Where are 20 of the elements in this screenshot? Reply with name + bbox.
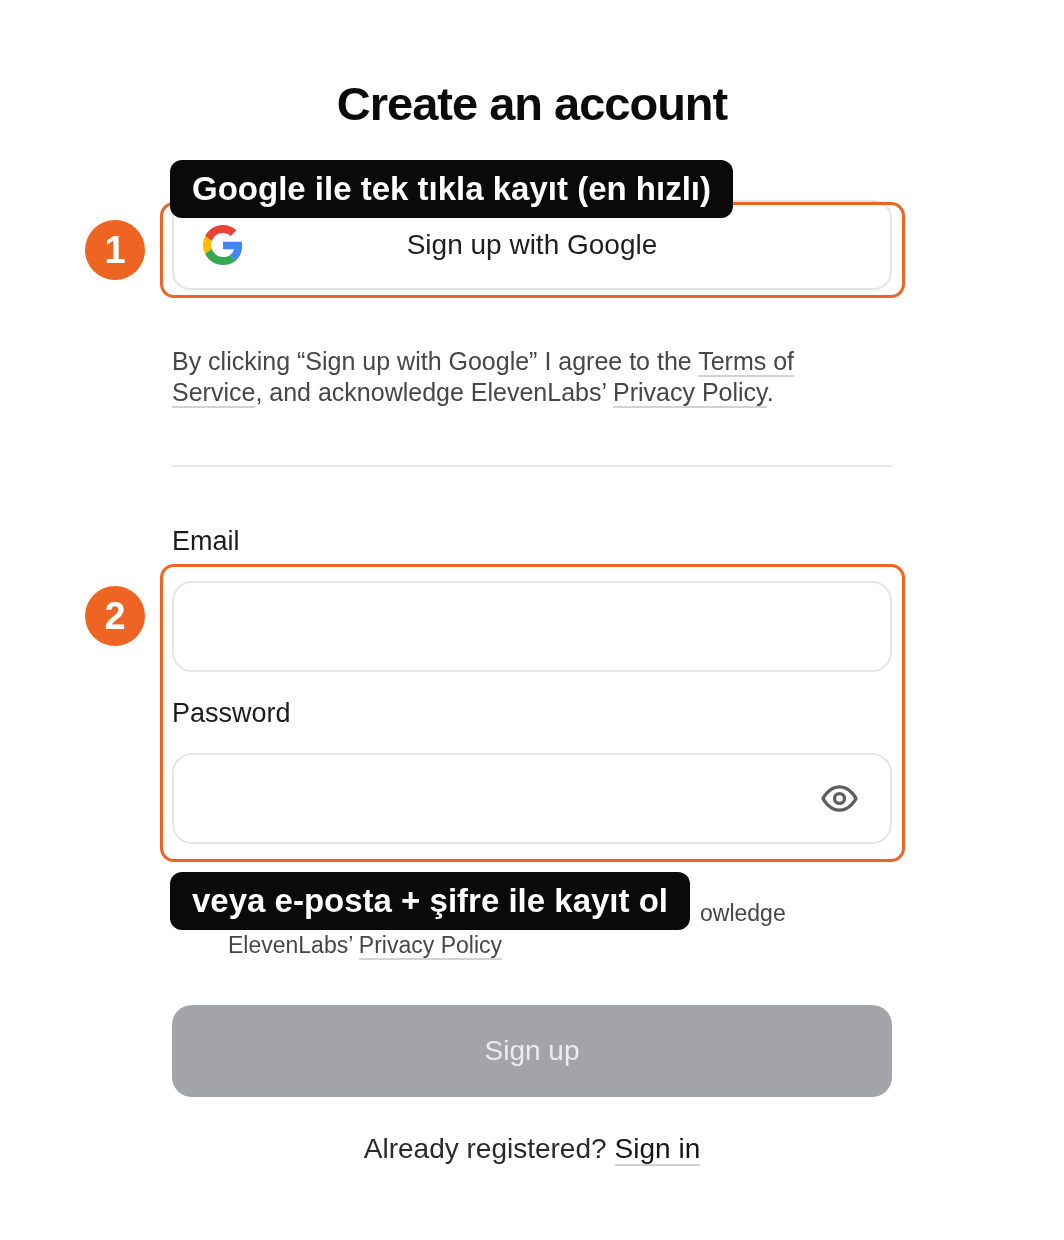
consent-text: ElevenLabs’ [228,931,354,960]
email-input[interactable] [172,581,892,672]
step-badge: 1 [85,220,145,280]
consent-text: owledge [700,899,786,928]
text-link[interactable]: Service [172,378,256,406]
sign-in-link[interactable]: Sign in [614,1131,701,1167]
google-logo-icon [203,225,243,265]
text-link[interactable]: Terms of [698,347,795,375]
consent-text: By clicking “Sign up with Google” I agree to the Terms of Service, and acknowledge ElevenLabs’ Privacy Policy. [172,346,796,408]
field-label: Email [172,525,241,557]
page-title: Create an account [335,76,729,132]
step-badge: 2 [85,586,145,646]
annotation-tooltip: Google ile tek tıkla kayıt (en hızlı) [170,160,733,218]
password-input[interactable] [172,753,892,844]
eye-icon[interactable] [821,785,858,812]
text-link[interactable]: Privacy Policy [358,929,502,961]
annotation-tooltip: veya e-posta + şifre ile kayıt ol [170,872,690,930]
prompt-text: Already registered? [363,1132,607,1166]
field-label: Password [172,697,292,729]
text-link[interactable]: Privacy Policy [613,378,767,406]
